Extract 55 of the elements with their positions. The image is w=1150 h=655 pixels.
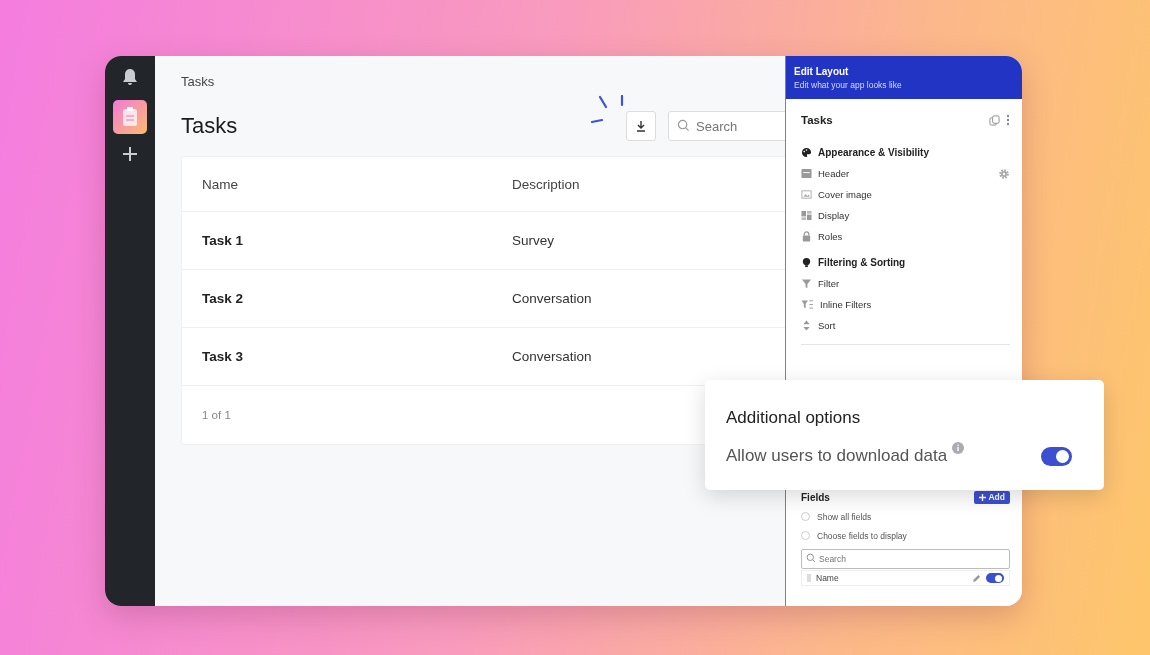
column-header: Name xyxy=(202,176,239,192)
panel-title: Edit Layout xyxy=(794,65,850,77)
more-icon[interactable] xyxy=(1006,114,1010,126)
section-heading: Fields xyxy=(801,491,830,503)
lock-icon xyxy=(801,231,812,242)
option-label: Allow users to download data xyxy=(726,446,948,466)
filter-icon xyxy=(801,278,812,289)
page-title: Tasks xyxy=(181,113,239,139)
toggle-switch[interactable] xyxy=(1041,446,1072,466)
info-icon[interactable] xyxy=(952,442,965,454)
add-button[interactable]: Add xyxy=(974,490,1010,504)
panel-subtitle: Edit what your app looks like xyxy=(794,79,903,90)
panel-item[interactable]: Cover image xyxy=(801,184,1010,205)
column-header: Description xyxy=(512,176,580,192)
bulb-icon xyxy=(801,256,812,268)
drag-handle-icon[interactable] xyxy=(807,574,811,582)
pagination-text: 1 of 1 xyxy=(202,409,231,421)
bell-icon[interactable] xyxy=(122,68,138,86)
settings-icon[interactable] xyxy=(998,167,1010,180)
panel-item[interactable]: Display xyxy=(801,205,1010,226)
sort-icon xyxy=(801,320,812,331)
search-field[interactable]: Search xyxy=(801,549,1010,569)
pencil-icon[interactable] xyxy=(972,573,981,583)
table-cell-text: Task 2 xyxy=(202,291,245,306)
panel-item[interactable]: Roles xyxy=(801,226,1010,247)
radio-option[interactable]: Show all fields xyxy=(801,507,1010,526)
panel-item[interactable]: Filter xyxy=(801,273,1010,294)
header-icon xyxy=(801,168,812,179)
download-button[interactable] xyxy=(626,111,656,141)
toggle-switch[interactable] xyxy=(986,573,1004,583)
panel-item[interactable]: Inline Filters xyxy=(801,294,1010,315)
image-icon xyxy=(801,189,812,200)
plus-icon[interactable] xyxy=(122,146,138,162)
download-icon xyxy=(635,120,647,132)
search-field[interactable]: Search xyxy=(668,111,785,141)
breadcrumb[interactable]: Tasks xyxy=(181,74,785,89)
section-heading: Appearance & Visibility xyxy=(818,146,929,158)
table-cell-text: Task 3 xyxy=(202,349,245,364)
radio-option[interactable]: Choose fields to display xyxy=(801,526,1010,545)
plus-icon xyxy=(979,493,987,501)
clipboard-app-icon[interactable] xyxy=(113,100,147,134)
table-cell-text: Task 1 xyxy=(202,233,245,248)
table-cell: Conversation xyxy=(512,291,592,306)
popup-title: Additional options xyxy=(726,408,862,428)
panel-item[interactable]: Sort xyxy=(801,315,1010,336)
table-cell: Conversation xyxy=(512,349,592,364)
panel-item[interactable]: Header xyxy=(801,163,1010,184)
table-cell: Survey xyxy=(512,233,555,248)
section-heading: Filtering & Sorting xyxy=(818,256,906,268)
palette-icon xyxy=(801,146,812,158)
copy-icon[interactable] xyxy=(989,114,1000,126)
filter-list-icon xyxy=(801,299,814,310)
component-title: Tasks xyxy=(801,114,833,126)
field-row[interactable]: Name xyxy=(801,570,1010,586)
layout-icon xyxy=(801,210,812,221)
